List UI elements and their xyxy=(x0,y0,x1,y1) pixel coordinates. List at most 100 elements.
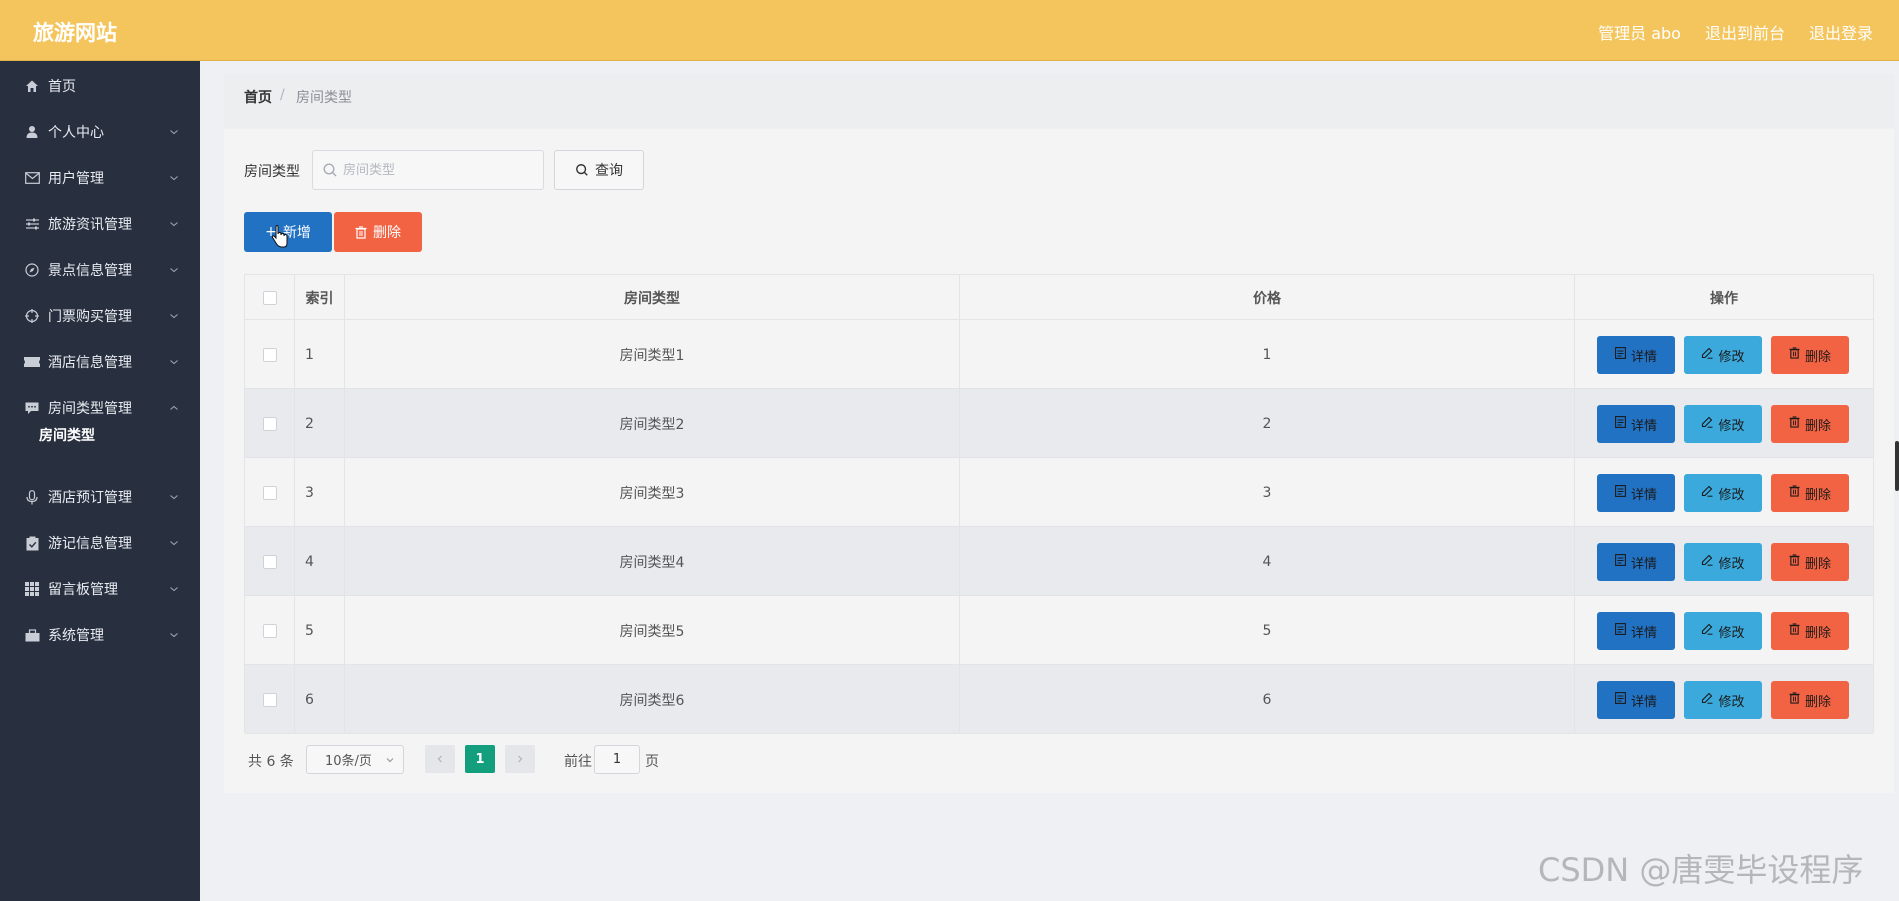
chevron-down-icon xyxy=(168,218,180,230)
chevron-down-icon xyxy=(168,264,180,276)
row-index: 1 xyxy=(295,320,345,389)
batch-delete-button[interactable]: 删除 xyxy=(334,212,422,252)
row-price: 3 xyxy=(960,458,1575,527)
trash-icon xyxy=(1789,347,1800,363)
edit-button[interactable]: 修改 xyxy=(1684,405,1762,443)
row-index: 4 xyxy=(295,527,345,596)
page-number-current[interactable]: 1 xyxy=(465,745,495,773)
detail-button-label: 详情 xyxy=(1630,487,1657,503)
edit-icon xyxy=(1701,623,1713,639)
row-checkbox[interactable] xyxy=(262,554,277,569)
trash-icon xyxy=(1789,485,1800,501)
detail-button-label: 详情 xyxy=(1630,418,1657,434)
sidebar: 首页 个人中心 用户管理 旅游资讯管理 景点信息管理 门票购买管理 酒店信息管理 房间类型管理… xyxy=(0,61,200,901)
sliders-icon xyxy=(24,216,40,232)
sidebar-item-label: 首页 xyxy=(48,79,76,95)
page-size-select[interactable]: 10条/页 xyxy=(306,745,404,774)
logout-link[interactable]: 退出登录 xyxy=(1809,20,1873,44)
row-delete-button[interactable]: 删除 xyxy=(1771,681,1849,719)
breadcrumb-current: 房间类型 xyxy=(296,90,352,106)
edit-button-label: 修改 xyxy=(1718,556,1745,572)
row-delete-button-label: 删除 xyxy=(1804,418,1831,434)
row-actions: 详情 修改 删除 xyxy=(1575,389,1873,458)
watermark: CSDN @唐雯毕设程序 xyxy=(1538,851,1864,889)
pagination-total: 共 6 条 xyxy=(248,754,294,770)
row-checkbox[interactable] xyxy=(262,416,277,431)
search-label: 房间类型 xyxy=(244,164,300,180)
back-to-front-link[interactable]: 退出到前台 xyxy=(1705,20,1785,44)
row-select-cell xyxy=(245,389,295,458)
table-row: 1 房间类型1 1 详情 修改 删除 xyxy=(245,320,1873,389)
query-button[interactable]: 查询 xyxy=(554,150,644,190)
edit-button[interactable]: 修改 xyxy=(1684,681,1762,719)
edit-button-label: 修改 xyxy=(1718,625,1745,641)
row-checkbox[interactable] xyxy=(262,692,277,707)
row-delete-button-label: 删除 xyxy=(1804,349,1831,365)
sidebar-item-11[interactable]: 系统管理 xyxy=(0,607,200,663)
row-actions: 详情 修改 删除 xyxy=(1575,320,1873,389)
clipboard-icon xyxy=(24,535,40,551)
chevron-down-icon xyxy=(168,310,180,322)
briefcase-icon xyxy=(24,627,40,643)
detail-button[interactable]: 详情 xyxy=(1597,681,1675,719)
breadcrumb-home[interactable]: 首页 xyxy=(244,87,272,107)
admin-username: 管理员 abo xyxy=(1598,24,1681,43)
edit-button[interactable]: 修改 xyxy=(1684,474,1762,512)
sidebar-item-label: 游记信息管理 xyxy=(48,536,132,552)
detail-button[interactable]: 详情 xyxy=(1597,474,1675,512)
grid-icon xyxy=(24,581,40,597)
select-all-cell xyxy=(245,275,295,320)
detail-button[interactable]: 详情 xyxy=(1597,543,1675,581)
detail-button-label: 详情 xyxy=(1630,694,1657,710)
chevron-down-icon xyxy=(168,126,180,138)
goto-page-input[interactable] xyxy=(594,745,640,774)
sidebar-subitem-room-type[interactable]: 房间类型 xyxy=(0,410,200,460)
page-scrollbar[interactable] xyxy=(1895,441,1899,491)
col-room-type: 房间类型 xyxy=(345,275,960,320)
row-delete-button[interactable]: 删除 xyxy=(1771,336,1849,374)
row-checkbox[interactable] xyxy=(262,347,277,362)
edit-button-label: 修改 xyxy=(1718,418,1745,434)
row-price: 6 xyxy=(960,665,1575,734)
edit-button[interactable]: 修改 xyxy=(1684,336,1762,374)
home-icon xyxy=(24,78,40,94)
edit-button[interactable]: 修改 xyxy=(1684,543,1762,581)
crosshair-icon xyxy=(24,308,40,324)
row-select-cell xyxy=(245,596,295,665)
detail-icon xyxy=(1615,554,1626,570)
hand-cursor-icon xyxy=(271,225,288,248)
row-room-type: 房间类型1 xyxy=(345,320,960,389)
row-delete-button[interactable]: 删除 xyxy=(1771,543,1849,581)
row-checkbox[interactable] xyxy=(262,623,277,638)
search-input[interactable] xyxy=(312,150,544,190)
table-row: 3 房间类型3 3 详情 修改 删除 xyxy=(245,458,1873,527)
chevron-down-icon xyxy=(168,491,180,503)
row-room-type: 房间类型2 xyxy=(345,389,960,458)
select-all-checkbox[interactable] xyxy=(262,290,277,305)
detail-button[interactable]: 详情 xyxy=(1597,405,1675,443)
col-price: 价格 xyxy=(960,275,1575,320)
prev-page-button[interactable] xyxy=(425,745,455,773)
row-index: 6 xyxy=(295,665,345,734)
sidebar-item-label: 个人中心 xyxy=(48,125,104,141)
sidebar-item-label: 酒店预订管理 xyxy=(48,490,132,506)
detail-button[interactable]: 详情 xyxy=(1597,336,1675,374)
table-row: 2 房间类型2 2 详情 修改 删除 xyxy=(245,389,1873,458)
row-actions: 详情 修改 删除 xyxy=(1575,458,1873,527)
breadcrumb: 首页 / 房间类型 xyxy=(224,74,1894,128)
row-delete-button[interactable]: 删除 xyxy=(1771,612,1849,650)
batch-delete-label: 删除 xyxy=(373,225,401,241)
detail-button-label: 详情 xyxy=(1630,349,1657,365)
edit-button[interactable]: 修改 xyxy=(1684,612,1762,650)
row-delete-button-label: 删除 xyxy=(1804,694,1831,710)
edit-button-label: 修改 xyxy=(1718,487,1745,503)
detail-button[interactable]: 详情 xyxy=(1597,612,1675,650)
chevron-down-icon xyxy=(386,758,394,763)
row-checkbox[interactable] xyxy=(262,485,277,500)
row-delete-button[interactable]: 删除 xyxy=(1771,405,1849,443)
detail-icon xyxy=(1615,485,1626,501)
row-delete-button[interactable]: 删除 xyxy=(1771,474,1849,512)
detail-button-label: 详情 xyxy=(1630,625,1657,641)
row-room-type: 房间类型5 xyxy=(345,596,960,665)
next-page-button[interactable] xyxy=(505,745,535,773)
